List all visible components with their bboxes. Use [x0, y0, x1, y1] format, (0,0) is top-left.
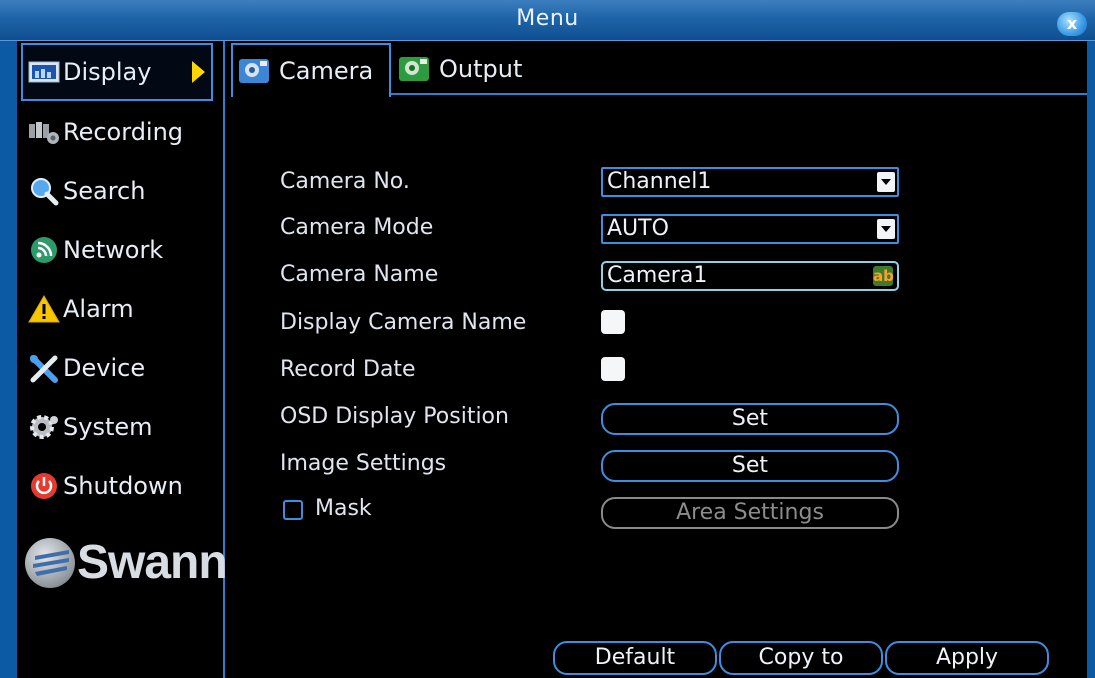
default-button[interactable]: Default [553, 641, 717, 675]
camera-mode-label: Camera Mode [280, 215, 434, 240]
sidebar-item-label: Alarm [63, 295, 134, 323]
menu-window: Display Recording Search Network Alarm D… [17, 41, 1087, 678]
sidebar-item-label: System [63, 413, 153, 441]
swann-logo: Swann. [25, 535, 240, 590]
content-panel: Camera Output Camera No. Channel1 Camera… [225, 41, 1087, 678]
tab-camera[interactable]: Camera [231, 43, 391, 97]
search-icon [27, 176, 61, 206]
sidebar-item-label: Network [63, 236, 164, 264]
system-icon [27, 412, 61, 442]
image-settings-label: Image Settings [280, 451, 447, 476]
sidebar-item-display[interactable]: Display [21, 43, 213, 101]
camera-name-value: Camera1 [607, 263, 708, 288]
sidebar-item-label: Display [63, 58, 152, 86]
camera-no-select[interactable]: Channel1 [601, 167, 899, 197]
device-icon [27, 353, 61, 383]
copy-to-button[interactable]: Copy to [719, 641, 883, 675]
sidebar: Display Recording Search Network Alarm D… [17, 41, 240, 678]
area-settings-button[interactable]: Area Settings [601, 497, 899, 529]
active-arrow-icon [192, 61, 205, 83]
alarm-icon [27, 294, 61, 324]
close-icon: x [1066, 14, 1078, 33]
sidebar-item-recording[interactable]: Recording [23, 105, 213, 159]
record-date-label: Record Date [280, 357, 416, 382]
keyboard-icon[interactable]: ab [873, 266, 894, 286]
sidebar-item-system[interactable]: System [23, 400, 213, 454]
sidebar-item-label: Search [63, 177, 146, 205]
swann-logo-icon [25, 537, 75, 588]
sidebar-item-device[interactable]: Device [23, 341, 213, 395]
sidebar-item-label: Recording [63, 118, 184, 146]
camera-tab-icon [237, 56, 271, 86]
sidebar-item-search[interactable]: Search [23, 164, 213, 218]
tab-label: Camera [279, 57, 374, 85]
sidebar-item-shutdown[interactable]: Shutdown [23, 459, 213, 513]
apply-button[interactable]: Apply [885, 641, 1049, 675]
network-icon [27, 235, 61, 265]
mask-checkbox[interactable] [283, 500, 303, 520]
tab-label: Output [439, 55, 523, 83]
record-date-checkbox[interactable] [601, 357, 625, 381]
tab-output[interactable]: Output [393, 43, 563, 95]
display-camera-name-checkbox[interactable] [601, 310, 625, 334]
image-settings-set-button[interactable]: Set [601, 450, 899, 482]
display-icon [27, 57, 61, 87]
osd-position-label: OSD Display Position [280, 404, 509, 429]
camera-no-value: Channel1 [607, 169, 712, 194]
chevron-down-icon[interactable] [877, 219, 895, 239]
title-bar: Menu x [0, 0, 1095, 41]
camera-name-label: Camera Name [280, 262, 439, 287]
camera-mode-select[interactable]: AUTO [601, 214, 899, 244]
sidebar-item-network[interactable]: Network [23, 223, 213, 277]
close-button[interactable]: x [1057, 12, 1087, 36]
sidebar-item-label: Shutdown [63, 472, 183, 500]
output-tab-icon [397, 54, 431, 84]
swann-logo-text: Swann. [77, 536, 240, 589]
sidebar-item-label: Device [63, 354, 146, 382]
camera-no-label: Camera No. [280, 169, 410, 194]
camera-mode-value: AUTO [607, 216, 669, 241]
sidebar-item-alarm[interactable]: Alarm [23, 282, 213, 336]
window-title: Menu [516, 6, 579, 31]
chevron-down-icon[interactable] [877, 172, 895, 192]
mask-label: Mask [315, 496, 372, 521]
recording-icon [27, 117, 61, 147]
osd-position-set-button[interactable]: Set [601, 403, 899, 435]
shutdown-icon [27, 471, 61, 501]
camera-name-input[interactable]: Camera1 ab [601, 261, 899, 291]
display-camera-name-label: Display Camera Name [280, 310, 527, 335]
